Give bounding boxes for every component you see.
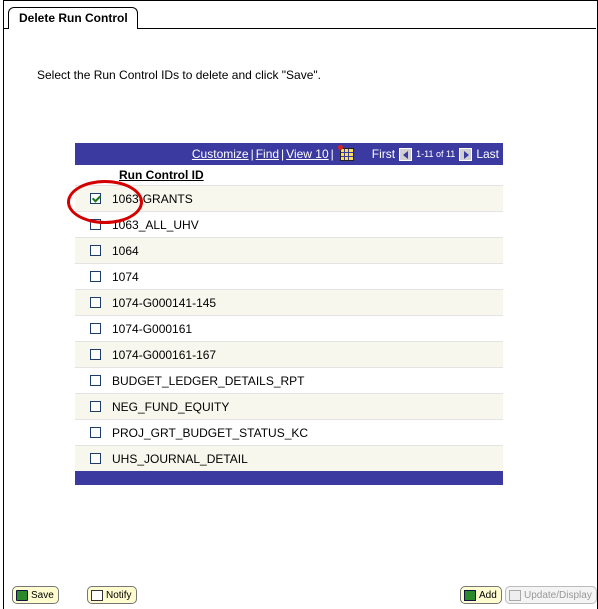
table-row: 1063_ALL_UHV [75,211,503,237]
run-control-id: 1063_ALL_UHV [112,217,199,232]
row-checkbox[interactable] [90,219,101,230]
separator: | [281,147,285,161]
next-arrow-icon[interactable] [459,147,473,161]
add-label: Add [479,589,497,601]
run-control-grid: Customize | Find | View 10 | First 1-11 … [75,143,503,485]
view-10-link[interactable]: View 10 [286,147,328,161]
run-control-id: UHS_JOURNAL_DETAIL [112,451,248,466]
grid-footer [75,471,503,485]
run-control-id: 1064 [112,243,139,258]
table-row: 1064 [75,237,503,263]
table-row: 1074-G000161 [75,315,503,341]
run-control-id: 1074-G000141-145 [112,295,217,310]
save-button[interactable]: Save [12,586,59,604]
table-row: 1074-G000141-145 [75,289,503,315]
last-label[interactable]: Last [476,147,499,161]
separator: | [330,147,334,161]
table-row: 1063-GRANTS [75,185,503,211]
notify-label: Notify [106,589,132,601]
table-row: NEG_FUND_EQUITY [75,393,503,419]
run-control-id: 1074-G000161 [112,321,193,336]
column-header-run-control-id[interactable]: Run Control ID [75,165,503,185]
row-checkbox[interactable] [90,375,101,386]
add-icon [464,589,476,601]
run-control-id: BUDGET_LEDGER_DETAILS_RPT [112,373,305,388]
row-checkbox[interactable] [90,427,101,438]
table-row: 1074-G000161-167 [75,341,503,367]
tab-delete-run-control[interactable]: Delete Run Control [8,7,138,29]
table-row: UHS_JOURNAL_DETAIL [75,445,503,471]
run-control-id: 1074-G000161-167 [112,347,217,362]
row-checkbox[interactable] [90,297,101,308]
row-checkbox[interactable] [90,349,101,360]
previous-arrow-icon[interactable] [399,147,413,161]
run-control-id: 1074 [112,269,139,284]
customize-link[interactable]: Customize [192,147,249,161]
top-border [3,0,598,1]
update-display-button[interactable]: Update/Display [505,586,597,604]
tab-baseline [138,28,596,29]
row-checkbox[interactable] [90,245,101,256]
row-checkbox[interactable] [90,323,101,334]
row-checkbox[interactable] [90,193,101,204]
add-button[interactable]: Add [460,586,502,604]
row-checkbox[interactable] [90,271,101,282]
row-checkbox[interactable] [90,401,101,412]
notify-icon [91,589,103,601]
first-label[interactable]: First [372,147,395,161]
update-display-label: Update/Display [524,589,592,601]
notify-button[interactable]: Notify [87,586,137,604]
row-checkbox[interactable] [90,453,101,464]
table-row: PROJ_GRT_BUDGET_STATUS_KC [75,419,503,445]
table-row: 1074 [75,263,503,289]
table-row: BUDGET_LEDGER_DETAILS_RPT [75,367,503,393]
row-range: 1-11 of 11 [416,149,456,159]
run-control-id: PROJ_GRT_BUDGET_STATUS_KC [112,425,309,440]
update-display-icon [509,589,521,601]
tab-label: Delete Run Control [19,11,128,25]
run-control-id: NEG_FUND_EQUITY [112,399,230,414]
download-grid-icon[interactable] [337,144,354,161]
grid-header: Customize | Find | View 10 | First 1-11 … [75,143,503,165]
save-icon [16,589,28,601]
run-control-id: 1063-GRANTS [112,191,193,206]
save-label: Save [31,589,54,601]
instructions-text: Select the Run Control IDs to delete and… [37,68,321,82]
find-link[interactable]: Find [256,147,279,161]
grid-navigation: First 1-11 of 11 Last [372,147,499,161]
separator: | [250,147,254,161]
